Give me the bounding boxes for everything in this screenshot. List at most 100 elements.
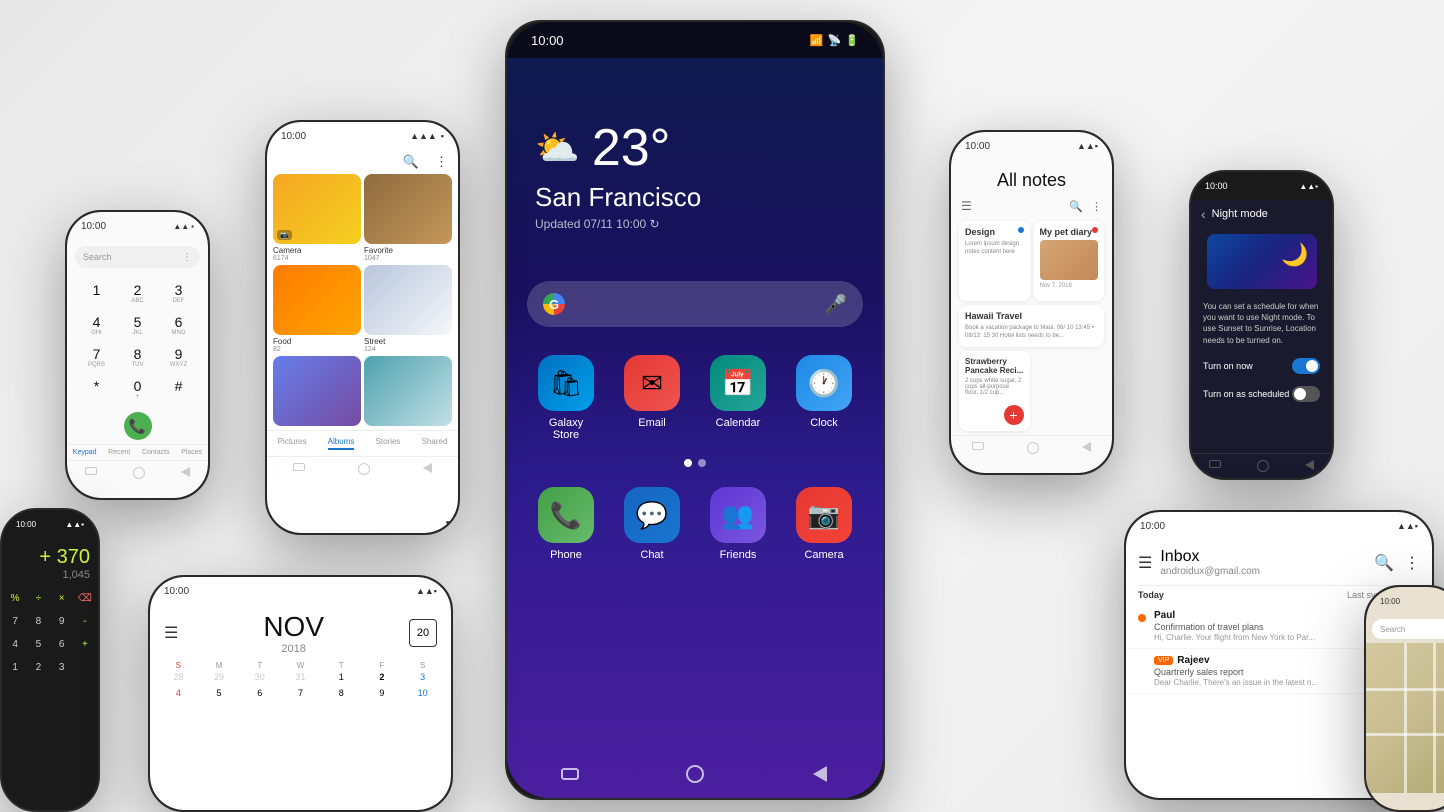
tab-contacts[interactable]: Contacts: [142, 449, 170, 456]
app-galaxy-store[interactable]: 🛍 GalaxyStore: [538, 355, 594, 441]
cal-day-31[interactable]: 31: [280, 670, 321, 684]
dialer-nav-recents[interactable]: [181, 467, 190, 477]
app-camera-app[interactable]: 📷 Camera: [796, 487, 852, 561]
calc-2[interactable]: 2: [27, 656, 49, 678]
tab-recent[interactable]: Recent: [108, 449, 130, 456]
gallery-more-icon[interactable]: ⋮: [435, 154, 448, 170]
cal-day-6[interactable]: 6: [239, 686, 280, 700]
cal-day-5[interactable]: 5: [199, 686, 240, 700]
calc-percent[interactable]: %: [4, 587, 26, 609]
gallery-camera-album[interactable]: 📷 Camera 6174: [273, 174, 361, 262]
dialer-more-icon[interactable]: ⋮: [182, 252, 192, 263]
key-7[interactable]: 7PQRS: [77, 342, 116, 372]
nav-home-btn[interactable]: [683, 762, 707, 786]
email-search-icon[interactable]: 🔍: [1374, 553, 1394, 573]
notes-nav-home[interactable]: [1027, 442, 1039, 454]
tab-places[interactable]: Places: [181, 449, 202, 456]
gallery-mountains-album[interactable]: [364, 356, 452, 426]
dialer-nav-back[interactable]: [85, 467, 97, 475]
app-calendar[interactable]: 📅 Calendar: [710, 355, 766, 441]
note-pet-diary[interactable]: My pet diary Nov 7, 2018: [1034, 221, 1105, 301]
cal-day-9[interactable]: 9: [362, 686, 403, 700]
gallery-street-album[interactable]: Street 124: [364, 265, 452, 353]
calc-plus[interactable]: +: [74, 633, 96, 655]
key-4[interactable]: 4GHI: [77, 310, 116, 340]
cal-day-8[interactable]: 8: [321, 686, 362, 700]
cal-day-28[interactable]: 28: [158, 670, 199, 684]
key-8[interactable]: 8TUV: [118, 342, 157, 372]
key-3[interactable]: 3DEF: [159, 278, 198, 308]
gallery-nav-recents[interactable]: [423, 463, 432, 473]
key-9[interactable]: 9WXYZ: [159, 342, 198, 372]
calc-1[interactable]: 1: [4, 656, 26, 678]
night-back-icon[interactable]: ‹: [1201, 206, 1206, 222]
cal-day-10[interactable]: 10: [402, 686, 443, 700]
note-hawaii[interactable]: Hawaii Travel Book a vacation package to…: [959, 305, 1104, 347]
app-phone[interactable]: 📞 Phone: [538, 487, 594, 561]
notes-nav-recents[interactable]: [1082, 442, 1091, 452]
dialer-search[interactable]: Search ⋮: [75, 246, 200, 268]
gallery-tab-shared[interactable]: Shared: [422, 437, 448, 450]
call-button[interactable]: 📞: [124, 412, 152, 440]
calc-8[interactable]: 8: [27, 610, 49, 632]
notes-nav-back[interactable]: [972, 442, 984, 450]
calc-7[interactable]: 7: [4, 610, 26, 632]
key-1[interactable]: 1: [77, 278, 116, 308]
calc-divide[interactable]: ÷: [27, 587, 49, 609]
app-friends[interactable]: 👥 Friends: [710, 487, 766, 561]
calc-5[interactable]: 5: [27, 633, 49, 655]
cal-day-7[interactable]: 7: [280, 686, 321, 700]
gallery-food-album[interactable]: Food 82: [273, 265, 361, 353]
gallery-favorite-album[interactable]: ♥ Favorite 1047: [364, 174, 452, 262]
email-menu-icon[interactable]: ☰: [1138, 553, 1152, 573]
toggle-now-switch[interactable]: [1292, 358, 1320, 374]
notes-search-icon[interactable]: 🔍: [1069, 200, 1083, 213]
key-hash[interactable]: #: [159, 374, 198, 404]
cal-day-2[interactable]: 2: [362, 670, 403, 684]
email-more-icon[interactable]: ⋮: [1404, 553, 1420, 573]
cal-day-3[interactable]: 3: [402, 670, 443, 684]
key-6[interactable]: 6MNO: [159, 310, 198, 340]
note-strawberry[interactable]: StrawberryPancake Reci... 2 cups white s…: [959, 351, 1030, 431]
calc-3[interactable]: 3: [51, 656, 73, 678]
note-design[interactable]: Design Lorem ipsum design notes content …: [959, 221, 1030, 301]
dialer-nav-home[interactable]: [133, 467, 145, 479]
calendar-menu-icon[interactable]: ☰: [164, 623, 178, 643]
notes-menu-icon[interactable]: ☰: [961, 199, 972, 213]
calc-9[interactable]: 9: [51, 610, 73, 632]
notes-more-icon[interactable]: ⋮: [1091, 200, 1102, 213]
nav-recents-btn[interactable]: [808, 762, 832, 786]
gallery-tab-stories[interactable]: Stories: [376, 437, 401, 450]
cal-day-29[interactable]: 29: [199, 670, 240, 684]
nav-back-btn[interactable]: [558, 762, 582, 786]
cal-day-30[interactable]: 30: [239, 670, 280, 684]
calc-4[interactable]: 4: [4, 633, 26, 655]
google-search-bar[interactable]: 🎤: [527, 281, 863, 327]
calc-minus[interactable]: -: [74, 610, 96, 632]
calc-multiply[interactable]: ×: [51, 587, 73, 609]
key-5[interactable]: 5JKL: [118, 310, 157, 340]
night-nav-home[interactable]: [1257, 460, 1269, 472]
gallery-nav-back[interactable]: [293, 463, 305, 471]
calc-6[interactable]: 6: [51, 633, 73, 655]
night-nav-back[interactable]: [1209, 460, 1221, 468]
app-clock[interactable]: 🕐 Clock: [796, 355, 852, 441]
toggle-scheduled-switch[interactable]: [1292, 386, 1320, 402]
app-email[interactable]: ✉ Email: [624, 355, 680, 441]
tab-keypad[interactable]: Keypad: [73, 449, 97, 456]
calc-delete[interactable]: ⌫: [74, 587, 96, 609]
app-chat[interactable]: 💬 Chat: [624, 487, 680, 561]
key-2[interactable]: 2ABC: [118, 278, 157, 308]
gallery-people-album[interactable]: [273, 356, 361, 426]
gallery-search-icon[interactable]: 🔍: [403, 154, 419, 170]
gallery-tab-albums[interactable]: Albums: [328, 437, 355, 450]
key-star[interactable]: *: [77, 374, 116, 404]
cal-day-4[interactable]: 4: [158, 686, 199, 700]
night-nav-recents[interactable]: [1305, 460, 1314, 470]
gallery-nav-home[interactable]: [358, 463, 370, 475]
gallery-tab-pictures[interactable]: Pictures: [278, 437, 307, 450]
note-add-button[interactable]: +: [1004, 405, 1024, 425]
cal-day-1[interactable]: 1: [321, 670, 362, 684]
key-0[interactable]: 0+: [118, 374, 157, 404]
calendar-day-badge[interactable]: 20: [409, 619, 437, 647]
